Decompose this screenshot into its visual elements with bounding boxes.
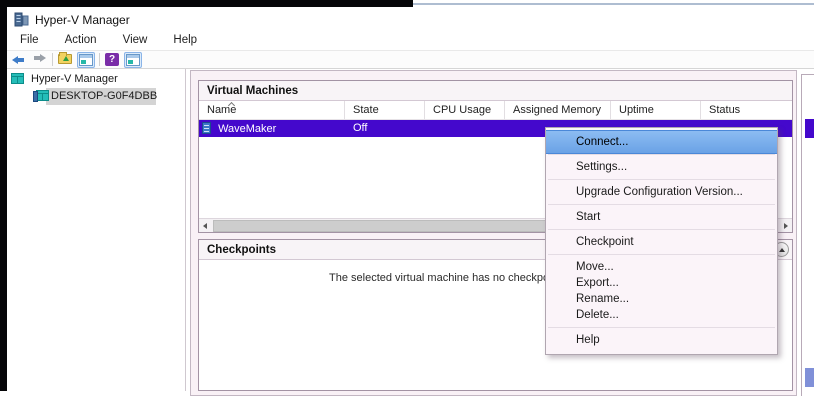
context-menu-item-move[interactable]: Move... <box>546 255 777 275</box>
toolbar-separator <box>99 53 100 66</box>
host-server-icon <box>33 90 49 103</box>
back-button[interactable] <box>10 52 28 68</box>
hyperv-manager-window: Hyper-V Manager File Action View Help ? <box>0 0 814 403</box>
window-top-border <box>413 3 814 5</box>
export-folder-button[interactable] <box>57 52 75 68</box>
scroll-left-icon <box>203 223 207 229</box>
adjacent-highlight-fragment <box>805 368 814 387</box>
context-menu-item-start[interactable]: Start <box>546 205 777 229</box>
collapse-up-icon <box>779 248 785 252</box>
adjacent-pane-edge <box>801 74 814 396</box>
menu-action[interactable]: Action <box>62 33 100 47</box>
window-frame-top <box>0 0 413 7</box>
context-menu-item-delete[interactable]: Delete... <box>546 307 777 327</box>
action-pane-button[interactable] <box>124 52 142 68</box>
console-tree-button[interactable] <box>77 52 95 68</box>
checkpoints-empty-message: The selected virtual machine has no chec… <box>329 272 569 284</box>
folder-icon <box>58 54 72 64</box>
virtual-machines-header: Virtual Machines <box>199 81 792 101</box>
context-menu-item-connect[interactable]: Connect... <box>546 130 777 154</box>
console-window-icon <box>79 54 93 66</box>
help-question-icon: ? <box>105 53 119 66</box>
console-window-icon <box>126 54 140 66</box>
app-server-icon <box>14 12 30 28</box>
context-menu-item-upgrade-configuration-version[interactable]: Upgrade Configuration Version... <box>546 180 777 204</box>
menu-bar: File Action View Help <box>7 33 814 50</box>
context-menu-item-checkpoint[interactable]: Checkpoint <box>546 230 777 254</box>
toolbar: ? <box>7 50 814 69</box>
toolbar-separator <box>52 53 53 66</box>
column-header-state[interactable]: State <box>345 101 425 119</box>
vm-table-header: Name State CPU Usage Assigned Memory Upt… <box>199 101 792 120</box>
column-header-cpu-usage[interactable]: CPU Usage <box>425 101 505 119</box>
vm-state: Off <box>345 120 425 137</box>
title-bar: Hyper-V Manager <box>7 7 814 33</box>
forward-button[interactable] <box>30 52 48 68</box>
context-menu-item-settings[interactable]: Settings... <box>546 155 777 179</box>
menu-file[interactable]: File <box>17 33 42 47</box>
console-tree-pane: Hyper-V Manager DESKTOP-G0F4DBB <box>7 69 186 391</box>
vm-context-menu: Connect... Settings... Upgrade Configura… <box>545 127 778 355</box>
scroll-right-button[interactable] <box>779 220 792 232</box>
help-button[interactable]: ? <box>104 52 122 68</box>
vm-icon <box>202 122 211 134</box>
scroll-right-icon <box>784 223 788 229</box>
context-menu-item-export[interactable]: Export... <box>546 275 777 291</box>
column-header-assigned-memory[interactable]: Assigned Memory <box>505 101 611 119</box>
hyperv-manager-icon <box>11 73 27 86</box>
context-menu-item-help[interactable]: Help <box>546 328 777 352</box>
tree-root-label: Hyper-V Manager <box>31 71 118 88</box>
menu-view[interactable]: View <box>120 33 151 47</box>
back-arrow-icon <box>12 56 18 64</box>
window-frame-left <box>0 0 7 391</box>
column-header-name[interactable]: Name <box>199 101 345 119</box>
vm-name: WaveMaker <box>218 123 276 135</box>
adjacent-selection-fragment <box>805 119 814 138</box>
column-header-uptime[interactable]: Uptime <box>611 101 701 119</box>
scroll-left-button[interactable] <box>199 220 212 232</box>
vm-cpu-usage <box>425 120 505 137</box>
column-header-status[interactable]: Status <box>701 101 792 119</box>
context-menu-item-rename[interactable]: Rename... <box>546 291 777 307</box>
window-title: Hyper-V Manager <box>35 7 130 33</box>
menu-help[interactable]: Help <box>170 33 200 47</box>
tree-host-label: DESKTOP-G0F4DBB <box>51 88 157 105</box>
forward-arrow-icon <box>34 56 40 60</box>
